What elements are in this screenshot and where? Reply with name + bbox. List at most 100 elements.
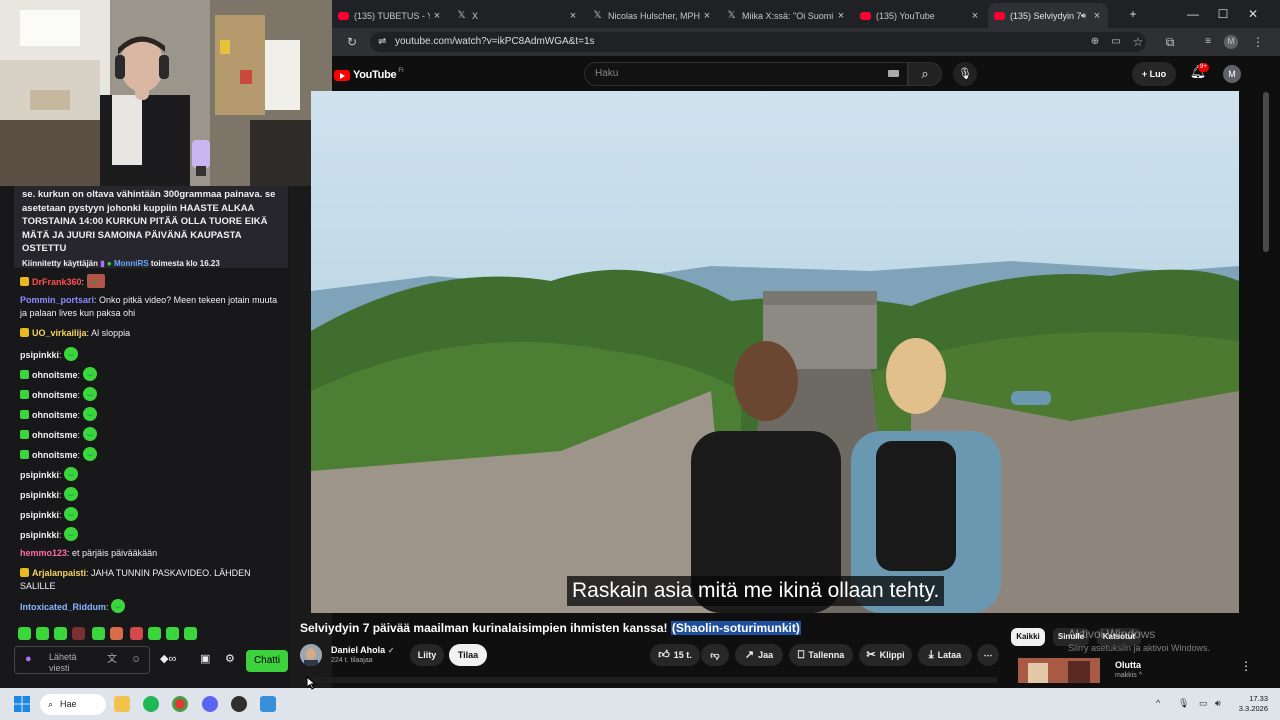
description-box[interactable] (312, 677, 998, 683)
chrome-icon[interactable] (172, 696, 188, 712)
chat-send-button[interactable]: Chatti (246, 650, 288, 672)
emote-icon[interactable] (36, 627, 49, 640)
chat-username[interactable]: psipinkki (20, 350, 59, 360)
tab-active[interactable]: (135) Selviydyin 7 pä🔊︎ × (988, 3, 1108, 28)
taskbar-search[interactable]: ⌕ Hae (40, 694, 106, 715)
tab-close-icon[interactable]: × (430, 10, 444, 22)
emote-icon[interactable] (82, 367, 97, 381)
share-button[interactable]: ↗ Jaa (735, 644, 783, 666)
new-tab-icon[interactable]: + (1118, 4, 1148, 24)
create-button[interactable]: + Luo (1132, 62, 1176, 86)
more-actions-button[interactable]: ⋯ (977, 644, 999, 666)
clip-button[interactable]: ✂ Klippi (859, 644, 912, 666)
zoom-icon[interactable]: ⊕ (1085, 32, 1105, 52)
channel-avatar[interactable] (300, 644, 322, 666)
chat-username[interactable]: ohnoitsme (32, 430, 78, 440)
recommended-more-icon[interactable]: ⋮ (1240, 659, 1252, 673)
chat-username[interactable]: ohnoitsme (32, 410, 78, 420)
cast-icon[interactable]: ▭ (1106, 32, 1126, 52)
emote-icon[interactable] (18, 627, 31, 640)
like-button[interactable]: 👍︎ 15 t. (650, 644, 700, 666)
translate-icon[interactable]: 文 (107, 654, 117, 665)
chat-username[interactable]: hemmo123 (20, 548, 67, 558)
chat-username[interactable]: UO_virkailija (32, 328, 87, 338)
emote-icon[interactable] (72, 627, 85, 640)
chat-username[interactable]: Arjalanpaisti (32, 568, 86, 578)
file-explorer-icon[interactable] (114, 696, 130, 712)
emoji-icon[interactable]: ☺ (131, 654, 141, 665)
spotify-icon[interactable] (143, 696, 159, 712)
tab-audio-icon[interactable]: 🔊︎ (1081, 11, 1086, 21)
keyboard-icon[interactable] (888, 70, 899, 77)
bits-icon[interactable]: ◆∞ (160, 652, 176, 665)
recommended-video-thumbnail[interactable] (1018, 658, 1100, 683)
store-icon[interactable]: ▣ (200, 652, 210, 665)
media-control-icon[interactable]: ≡ (1198, 32, 1218, 52)
windows-start-icon[interactable] (14, 696, 30, 712)
youtube-avatar[interactable]: M (1223, 65, 1241, 83)
tab[interactable]: 𝕏 Nicolas Hulscher, MPH X × (586, 3, 718, 28)
emote-icon[interactable] (166, 627, 179, 640)
tab[interactable]: 𝕏 Miika X:ssä: "Oi Suomi o × (720, 3, 852, 28)
emote-icon[interactable] (92, 627, 105, 640)
url-field[interactable]: ⇌ youtube.com/watch?v=ikPC8AdmWGA&t=1s (370, 32, 1146, 52)
mic-icon[interactable]: ● (25, 654, 32, 665)
search-button[interactable]: ⌕ (908, 62, 942, 86)
search-input[interactable]: Haku (584, 62, 908, 86)
emote-icon[interactable] (82, 427, 97, 441)
settings-icon[interactable]: ⚙ (225, 652, 235, 665)
minimize-icon[interactable]: — (1178, 4, 1208, 24)
join-button[interactable]: Liity (410, 644, 444, 666)
site-info-icon[interactable]: ⇌ (378, 32, 386, 52)
network-icon[interactable]: ▭ (1199, 698, 1208, 709)
tab-close-icon[interactable]: × (700, 10, 714, 22)
emote-icon[interactable] (86, 274, 105, 288)
voice-search-button[interactable]: 🎙 (953, 62, 977, 86)
tab-close-icon[interactable]: × (566, 10, 580, 22)
download-button[interactable]: ⤓ Lataa (918, 644, 972, 666)
chat-username[interactable]: psipinkki (20, 490, 59, 500)
discord-icon[interactable] (202, 696, 218, 712)
emote-icon[interactable] (82, 407, 97, 421)
channel-name[interactable]: Daniel Ahola ✓ (331, 645, 394, 655)
save-button[interactable]: ⎕ Tallenna (789, 644, 853, 666)
emote-icon[interactable] (64, 347, 79, 361)
tab[interactable]: (135) TUBETUS - YouTube× (332, 3, 448, 28)
chrome-profile-avatar[interactable]: M (1224, 35, 1238, 49)
emote-icon[interactable] (184, 627, 197, 640)
emote-icon[interactable] (148, 627, 161, 640)
filter-all[interactable]: Kaikki (1011, 628, 1045, 646)
obs-icon[interactable] (231, 696, 247, 712)
chat-username[interactable]: ohnoitsme (32, 450, 78, 460)
chat-username[interactable]: ohnoitsme (32, 390, 78, 400)
tray-mic-icon[interactable]: 🎙 (1178, 698, 1189, 709)
emote-icon[interactable] (130, 627, 143, 640)
tray-chevron-icon[interactable]: ^ (1156, 698, 1160, 708)
video-player[interactable] (311, 91, 1239, 613)
chat-username[interactable]: Intoxicated_Riddum (20, 602, 106, 612)
close-window-icon[interactable]: ✕ (1238, 4, 1268, 24)
recommended-video-title[interactable]: Olutta (1115, 660, 1141, 670)
tab[interactable]: 𝕏 X × (450, 3, 584, 28)
chat-username[interactable]: ohnoitsme (32, 370, 78, 380)
chat-username[interactable]: Pommin_portsari (20, 295, 94, 305)
youtube-logo[interactable]: YouTube FI (334, 68, 404, 82)
maximize-icon[interactable]: ☐ (1208, 4, 1238, 24)
tab[interactable]: (135) YouTube × (854, 3, 986, 28)
emote-icon[interactable] (82, 387, 97, 401)
emote-icon[interactable] (64, 467, 79, 481)
emote-icon[interactable] (82, 447, 97, 461)
chat-username[interactable]: DrFrank360 (32, 277, 82, 287)
page-scrollbar[interactable] (1263, 92, 1269, 252)
emote-icon[interactable] (64, 527, 79, 541)
tab-close-icon[interactable]: × (968, 10, 982, 22)
chat-username[interactable]: psipinkki (20, 470, 59, 480)
tab-close-icon[interactable]: × (1090, 10, 1104, 22)
emote-icon[interactable] (64, 487, 79, 501)
bookmark-star-icon[interactable]: ☆ (1128, 32, 1148, 52)
emote-icon[interactable] (111, 599, 126, 613)
chat-input[interactable]: ● Lähetä viesti 文 ☺ (14, 646, 150, 674)
reload-icon[interactable]: ↻ (342, 32, 362, 52)
dislike-button[interactable]: 👎︎ (701, 644, 729, 666)
chat-username[interactable]: psipinkki (20, 510, 59, 520)
